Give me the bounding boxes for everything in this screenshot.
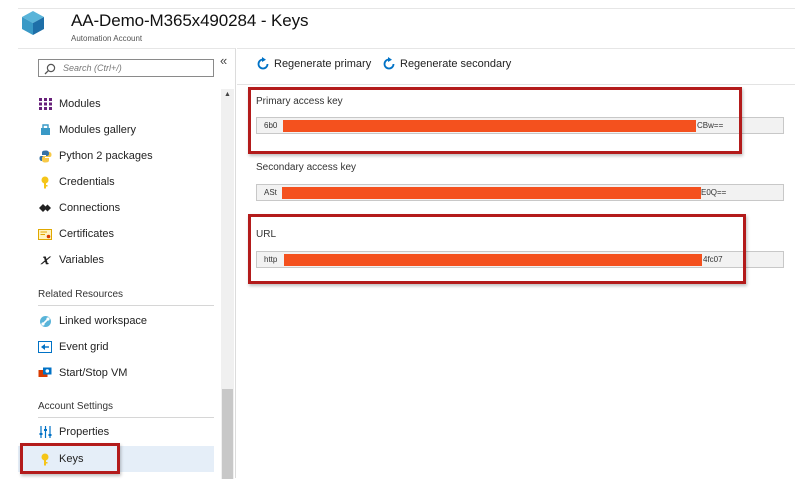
sidebar-item-label: Modules (59, 98, 101, 110)
url-label: URL (256, 229, 277, 240)
sidebar-item-python-packages[interactable]: Python 2 packages (18, 143, 214, 169)
redaction-bar (282, 187, 701, 199)
scroll-up-arrow-icon[interactable]: ▲ (221, 89, 234, 101)
sidebar-item-label: Start/Stop VM (59, 367, 128, 379)
redaction-bar (283, 120, 696, 132)
sidebar-item-modules-gallery[interactable]: Modules gallery (18, 117, 214, 143)
event-grid-icon (38, 340, 52, 354)
sidebar-item-label: Modules gallery (59, 124, 137, 136)
sidebar-item-properties[interactable]: Properties (18, 419, 214, 445)
sidebar-scrollbar[interactable]: ▲ (221, 89, 234, 479)
cube-icon (22, 11, 44, 35)
primary-key-prefix: 6b0 (264, 121, 278, 130)
sidebar-item-label: Properties (59, 426, 110, 438)
url-suffix: 4fc07 (703, 255, 723, 264)
search-icon (44, 63, 56, 75)
sidebar-item-keys[interactable]: Keys (18, 446, 214, 472)
secondary-key-label: Secondary access key (256, 162, 357, 173)
modules-icon (38, 97, 52, 111)
sidebar-item-label: Connections (59, 202, 121, 214)
sidebar-item-label: Certificates (59, 228, 115, 240)
sidebar-item-label: Python 2 packages (59, 150, 153, 162)
page-title: AA-Demo-M365x490284 - Keys (71, 11, 309, 30)
vm-icon (38, 366, 52, 380)
certificate-icon (38, 227, 52, 241)
scrollbar-thumb[interactable] (222, 389, 233, 479)
url-prefix: http (264, 255, 278, 264)
redaction-bar (284, 254, 702, 266)
primary-key-suffix: CBw== (697, 121, 724, 130)
command-bar: Regenerate primary Regenerate secondary (237, 49, 795, 85)
sidebar-item-start-stop-vm[interactable]: Start/Stop VM (18, 360, 214, 386)
account-settings-header: Account Settings (38, 401, 114, 412)
collapse-sidebar-button[interactable]: « (220, 53, 227, 68)
connections-icon (38, 201, 52, 215)
related-resources-header: Related Resources (38, 289, 124, 300)
sidebar-item-connections[interactable]: Connections (18, 195, 214, 221)
page-subtitle: Automation Account (71, 34, 143, 43)
divider (38, 417, 214, 418)
secondary-key-prefix: ASt (264, 188, 277, 197)
primary-key-field[interactable]: 6b0 CBw== (256, 117, 784, 134)
primary-key-label: Primary access key (256, 96, 343, 107)
search-input[interactable]: Search (Ctrl+/) (38, 59, 214, 77)
key-icon (38, 175, 52, 189)
secondary-key-field[interactable]: ASt E0Q== (256, 184, 784, 201)
sidebar-item-label: Keys (59, 453, 84, 465)
sidebar-item-certificates[interactable]: Certificates (18, 221, 214, 247)
sidebar-item-credentials[interactable]: Credentials (18, 169, 214, 195)
url-field[interactable]: http 4fc07 (256, 251, 784, 268)
sidebar-item-label: Credentials (59, 176, 115, 188)
sidebar-item-label: Variables (59, 254, 105, 266)
sidebar-item-label: Linked workspace (59, 315, 148, 327)
variable-icon: 𝑥 (41, 252, 49, 268)
sidebar: Search (Ctrl+/) « ▲ Modules Modules gall… (18, 48, 236, 479)
sidebar-item-linked-workspace[interactable]: Linked workspace (18, 308, 214, 334)
properties-icon (38, 425, 52, 439)
divider (38, 305, 214, 306)
sidebar-item-label: Event grid (59, 341, 109, 353)
sidebar-item-event-grid[interactable]: Event grid (18, 334, 214, 360)
main-content: Regenerate primary Regenerate secondary … (237, 48, 795, 478)
python-icon (38, 149, 52, 163)
search-placeholder: Search (Ctrl+/) (63, 63, 122, 73)
workspace-icon (38, 314, 52, 328)
refresh-icon (257, 57, 269, 70)
sidebar-item-variables[interactable]: 𝑥 Variables (18, 247, 214, 273)
key-icon (38, 452, 52, 466)
sidebar-item-modules[interactable]: Modules (18, 91, 214, 117)
gallery-icon (38, 123, 52, 137)
refresh-icon (383, 57, 395, 70)
secondary-key-suffix: E0Q== (701, 188, 727, 197)
